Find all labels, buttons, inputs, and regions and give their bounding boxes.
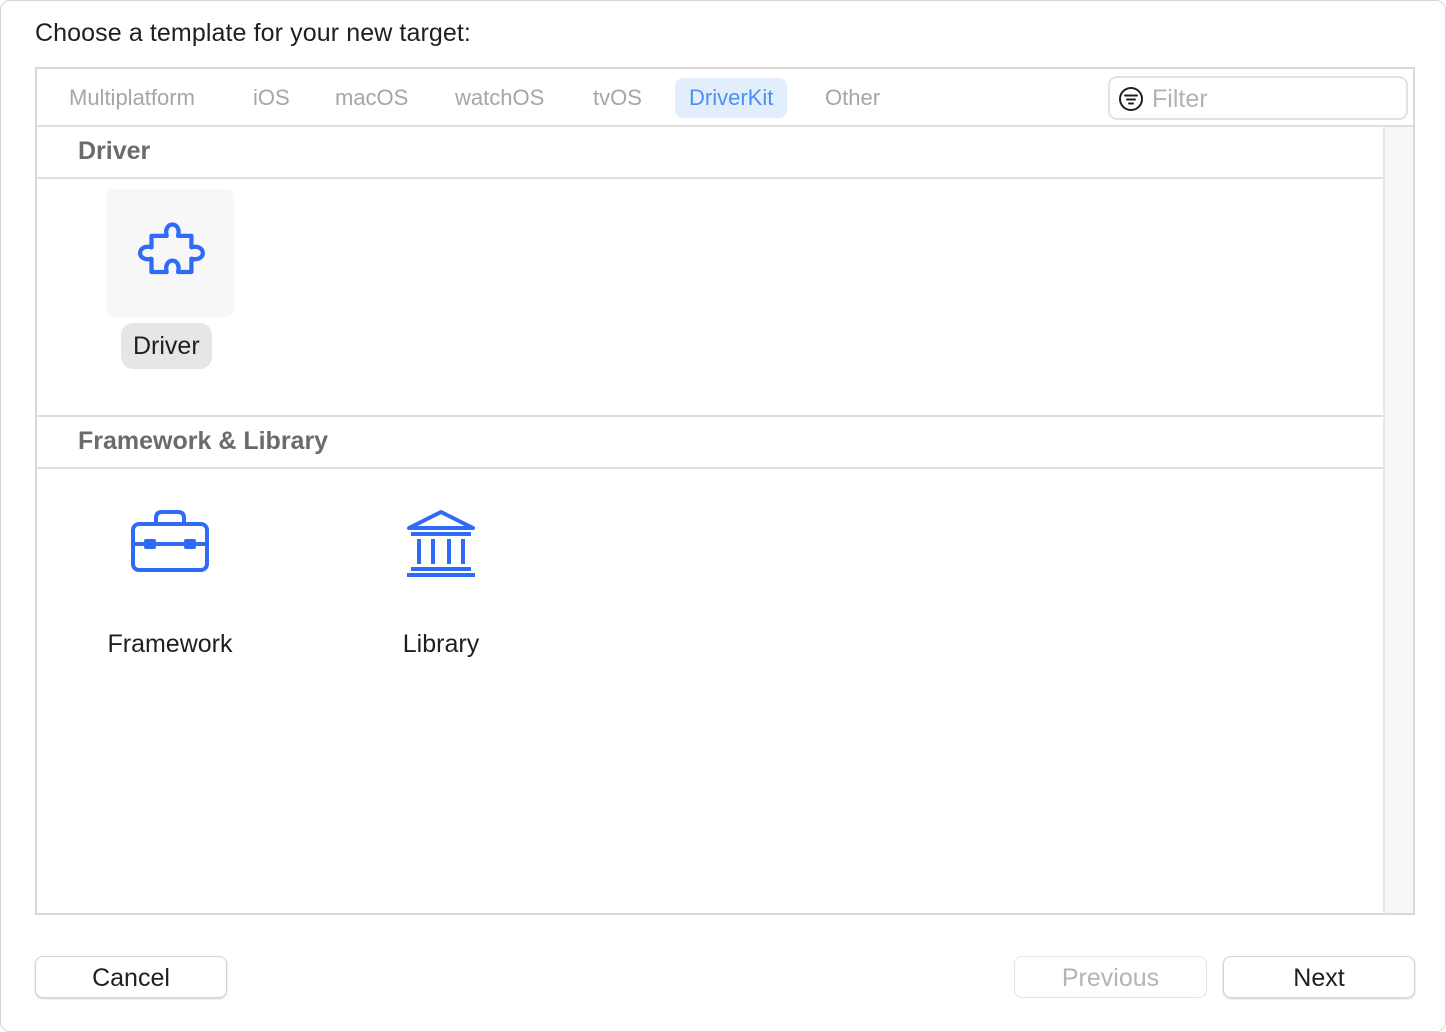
template-icon-box [106, 189, 234, 317]
previous-button[interactable]: Previous [1014, 956, 1207, 998]
filter-icon [1119, 87, 1143, 111]
toolbox-icon [131, 510, 209, 572]
tab-other[interactable]: Other [811, 78, 894, 118]
template-framework[interactable]: Framework [97, 479, 243, 659]
platform-tab-bar: Multiplatform iOS macOS watchOS tvOS Dri… [37, 69, 1413, 127]
template-panel: Multiplatform iOS macOS watchOS tvOS Dri… [35, 67, 1415, 915]
template-icon-box [377, 479, 505, 607]
template-label: Library [402, 630, 480, 658]
template-chooser-dialog: Choose a template for your new target: M… [0, 0, 1446, 1032]
section-header-framework-library: Framework & Library [37, 417, 1383, 469]
filter-field[interactable] [1108, 76, 1408, 120]
template-icon-box [106, 479, 234, 607]
tab-watchos[interactable]: watchOS [441, 78, 558, 118]
tab-multiplatform[interactable]: Multiplatform [55, 78, 209, 118]
template-label: Driver [121, 323, 212, 369]
building-columns-icon [407, 510, 475, 577]
template-list: Driver Driver Framework & Library Framew… [37, 127, 1383, 913]
tab-ios[interactable]: iOS [239, 78, 304, 118]
cancel-button[interactable]: Cancel [35, 956, 227, 998]
section-title: Driver [78, 137, 151, 165]
section-header-driver: Driver [37, 127, 1383, 179]
tab-macos[interactable]: macOS [321, 78, 422, 118]
vertical-scrollbar[interactable] [1383, 127, 1413, 913]
tab-tvos[interactable]: tvOS [579, 78, 656, 118]
puzzle-piece-icon [138, 222, 205, 275]
template-label: Framework [107, 630, 233, 658]
template-library[interactable]: Library [371, 479, 511, 659]
tab-driverkit[interactable]: DriverKit [675, 78, 788, 118]
template-driver[interactable]: Driver [105, 189, 235, 369]
dialog-prompt: Choose a template for your new target: [35, 19, 471, 47]
next-button[interactable]: Next [1223, 956, 1415, 998]
section-title: Framework & Library [78, 427, 329, 455]
filter-input[interactable] [1150, 82, 1400, 116]
